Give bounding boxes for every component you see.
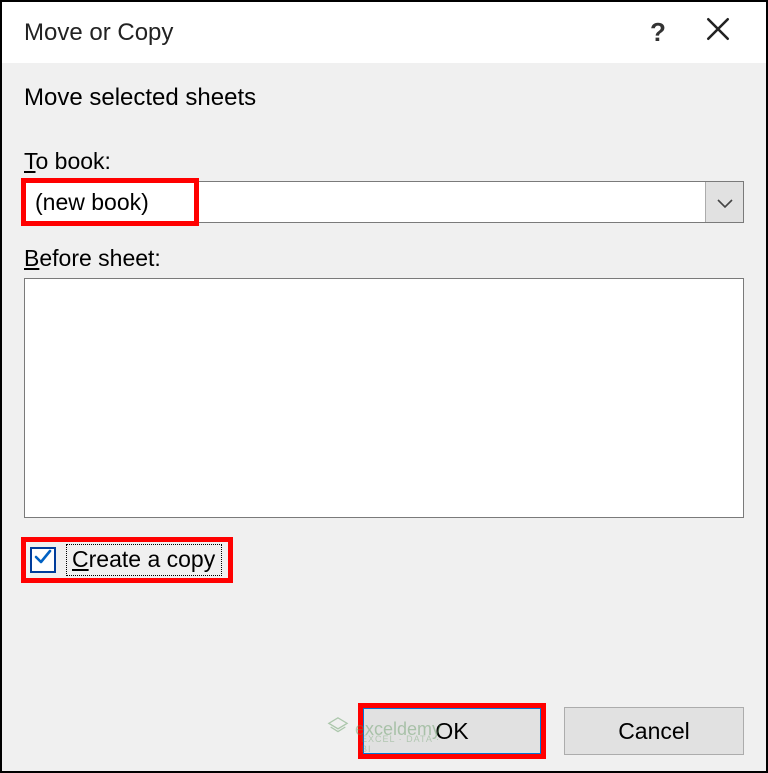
checkbox-box bbox=[30, 547, 56, 573]
dialog-footer: OK Cancel bbox=[362, 707, 744, 755]
close-button[interactable] bbox=[688, 3, 748, 63]
to-book-label: To book: bbox=[24, 148, 744, 175]
help-button[interactable]: ? bbox=[628, 3, 688, 63]
dialog-title: Move or Copy bbox=[24, 19, 628, 47]
ok-button[interactable]: OK bbox=[362, 707, 542, 755]
help-icon: ? bbox=[650, 17, 666, 48]
to-book-dropdown-button[interactable] bbox=[705, 182, 743, 222]
check-icon bbox=[33, 547, 53, 573]
chevron-down-icon bbox=[717, 189, 733, 215]
cancel-label: Cancel bbox=[618, 718, 690, 745]
ok-label: OK bbox=[435, 718, 468, 745]
before-sheet-label: Before sheet: bbox=[24, 245, 744, 272]
close-icon bbox=[705, 16, 731, 49]
before-sheet-listbox[interactable] bbox=[24, 278, 744, 518]
move-or-copy-dialog: Move or Copy ? Move selected sheets To b… bbox=[0, 0, 768, 773]
to-book-combo[interactable]: (new book) bbox=[24, 181, 744, 223]
create-copy-label: Create a copy bbox=[66, 544, 222, 576]
dialog-body: Move selected sheets To book: (new book)… bbox=[2, 64, 766, 771]
create-copy-checkbox[interactable]: Create a copy bbox=[24, 540, 230, 580]
intro-text: Move selected sheets bbox=[24, 84, 744, 112]
titlebar: Move or Copy ? bbox=[2, 2, 766, 64]
cancel-button[interactable]: Cancel bbox=[564, 707, 744, 755]
to-book-value: (new book) bbox=[25, 182, 705, 222]
